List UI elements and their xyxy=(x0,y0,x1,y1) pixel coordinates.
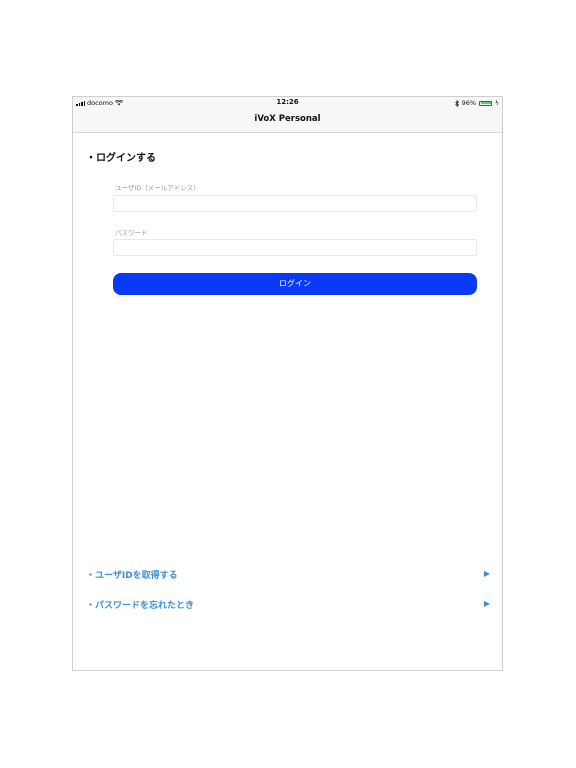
play-arrow-icon: ▶ xyxy=(483,569,490,578)
user-id-label: ユーザID（メールアドレス） xyxy=(115,184,200,192)
forgot-password-link[interactable]: ・パスワードを忘れたとき ▶ xyxy=(86,598,490,612)
battery-level-fill xyxy=(480,102,492,104)
login-button[interactable]: ログイン xyxy=(113,273,477,295)
get-user-id-label: ・ユーザIDを取得する xyxy=(86,571,178,581)
forgot-password-label: ・パスワードを忘れたとき xyxy=(86,601,195,611)
password-field[interactable] xyxy=(113,239,477,256)
login-section-title: ・ログインする xyxy=(86,153,156,164)
status-right: 96% ϟ xyxy=(454,99,499,107)
bluetooth-icon xyxy=(454,99,459,107)
nav-title: iVoX Personal xyxy=(254,114,321,124)
password-label: パスワード xyxy=(115,229,148,237)
app-window: docomo 12:26 96% ϟ iVoX Personal ・ログインする… xyxy=(72,96,503,671)
charging-icon: ϟ xyxy=(495,99,499,107)
play-arrow-icon: ▶ xyxy=(483,599,490,608)
battery-icon xyxy=(479,100,493,106)
battery-percentage: 96% xyxy=(461,99,477,107)
navigation-bar: iVoX Personal xyxy=(73,109,502,133)
status-bar: docomo 12:26 96% ϟ xyxy=(73,97,502,109)
user-id-field[interactable] xyxy=(113,195,477,212)
status-time: 12:26 xyxy=(276,98,299,106)
get-user-id-link[interactable]: ・ユーザIDを取得する ▶ xyxy=(86,568,490,582)
